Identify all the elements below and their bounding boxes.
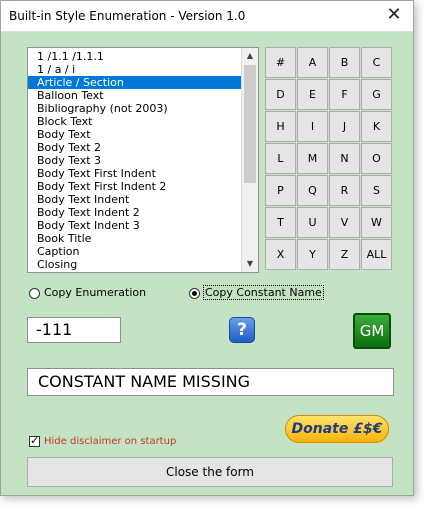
filter-key-k[interactable]: K bbox=[361, 111, 392, 142]
copy-enumeration-radio[interactable] bbox=[29, 287, 40, 299]
filter-key-c[interactable]: C bbox=[361, 47, 392, 78]
filter-key-all[interactable]: ALL bbox=[361, 239, 392, 270]
close-icon[interactable]: ✕ bbox=[381, 3, 407, 27]
filter-key-p[interactable]: P bbox=[265, 175, 296, 206]
scroll-thumb[interactable] bbox=[244, 65, 256, 183]
donate-button[interactable]: Donate £$€ bbox=[285, 415, 389, 443]
scroll-down-icon[interactable]: ▼ bbox=[242, 256, 258, 272]
copy-constant-label: Copy Constant Name bbox=[203, 285, 324, 300]
filter-key-o[interactable]: O bbox=[361, 143, 392, 174]
copy-enumeration-label: Copy Enumeration bbox=[44, 286, 147, 299]
filter-key-t[interactable]: T bbox=[265, 207, 296, 238]
list-item[interactable]: Body Text First Indent bbox=[28, 167, 241, 180]
style-listbox[interactable]: 1 /1.1 /1.1.1 1 / a / i Article / Section B… bbox=[27, 47, 259, 273]
filter-key-j[interactable]: J bbox=[329, 111, 360, 142]
filter-key-m[interactable]: M bbox=[297, 143, 328, 174]
hide-disclaimer-label: Hide disclaimer on startup bbox=[44, 436, 177, 447]
filter-key-hash[interactable]: # bbox=[265, 47, 296, 78]
filter-key-n[interactable]: N bbox=[329, 143, 360, 174]
filter-key-r[interactable]: R bbox=[329, 175, 360, 206]
list-item[interactable]: Body Text Indent 2 bbox=[28, 206, 241, 219]
filter-key-l[interactable]: L bbox=[265, 143, 296, 174]
window-title: Built-in Style Enumeration - Version 1.0 bbox=[9, 9, 246, 23]
list-item[interactable]: Body Text Indent bbox=[28, 193, 241, 206]
list-item[interactable]: Closing bbox=[28, 258, 241, 271]
filter-key-i[interactable]: I bbox=[297, 111, 328, 142]
filter-key-h[interactable]: H bbox=[265, 111, 296, 142]
list-item[interactable]: Article / Section bbox=[28, 76, 241, 89]
filter-key-g[interactable]: G bbox=[361, 79, 392, 110]
close-form-button[interactable]: Close the form bbox=[27, 457, 393, 487]
gm-button[interactable]: GM bbox=[353, 313, 391, 349]
list-item[interactable]: Book Title bbox=[28, 232, 241, 245]
list-item[interactable]: Body Text bbox=[28, 128, 241, 141]
constant-name-field[interactable]: CONSTANT NAME MISSING bbox=[27, 368, 394, 396]
list-item[interactable]: 1 / a / i bbox=[28, 63, 241, 76]
filter-key-f[interactable]: F bbox=[329, 79, 360, 110]
list-item[interactable]: Caption bbox=[28, 245, 241, 258]
list-item[interactable]: 1 /1.1 /1.1.1 bbox=[28, 50, 241, 63]
filter-key-z[interactable]: Z bbox=[329, 239, 360, 270]
filter-key-y[interactable]: Y bbox=[297, 239, 328, 270]
copy-constant-option[interactable]: Copy Constant Name bbox=[189, 285, 324, 301]
filter-key-d[interactable]: D bbox=[265, 79, 296, 110]
copy-constant-radio[interactable] bbox=[189, 287, 200, 299]
hide-disclaimer-option[interactable]: ✓ Hide disclaimer on startup bbox=[29, 433, 177, 449]
list-item[interactable]: Body Text First Indent 2 bbox=[28, 180, 241, 193]
list-item[interactable]: Balloon Text bbox=[28, 89, 241, 102]
enum-value-field[interactable]: -111 bbox=[27, 317, 121, 343]
filter-key-u[interactable]: U bbox=[297, 207, 328, 238]
filter-key-x[interactable]: X bbox=[265, 239, 296, 270]
scroll-up-icon[interactable]: ▲ bbox=[242, 48, 258, 64]
list-item[interactable]: Bibliography (not 2003) bbox=[28, 102, 241, 115]
list-item[interactable]: Body Text Indent 3 bbox=[28, 219, 241, 232]
style-list: 1 /1.1 /1.1.1 1 / a / i Article / Section B… bbox=[28, 50, 241, 271]
help-button[interactable]: ? bbox=[229, 317, 255, 343]
filter-key-q[interactable]: Q bbox=[297, 175, 328, 206]
title-bar: Built-in Style Enumeration - Version 1.0… bbox=[1, 1, 413, 32]
list-item[interactable]: Block Text bbox=[28, 115, 241, 128]
filter-key-w[interactable]: W bbox=[361, 207, 392, 238]
list-scrollbar[interactable]: ▲ ▼ bbox=[241, 48, 258, 272]
hide-disclaimer-checkbox[interactable]: ✓ bbox=[29, 433, 40, 447]
main-window: Built-in Style Enumeration - Version 1.0… bbox=[0, 0, 414, 496]
checkmark-icon: ✓ bbox=[30, 433, 40, 447]
list-item[interactable]: Body Text 3 bbox=[28, 154, 241, 167]
list-item[interactable]: Body Text 2 bbox=[28, 141, 241, 154]
filter-key-a[interactable]: A bbox=[297, 47, 328, 78]
filter-key-s[interactable]: S bbox=[361, 175, 392, 206]
filter-key-e[interactable]: E bbox=[297, 79, 328, 110]
filter-key-v[interactable]: V bbox=[329, 207, 360, 238]
copy-enumeration-option[interactable]: Copy Enumeration bbox=[29, 285, 146, 301]
filter-key-b[interactable]: B bbox=[329, 47, 360, 78]
